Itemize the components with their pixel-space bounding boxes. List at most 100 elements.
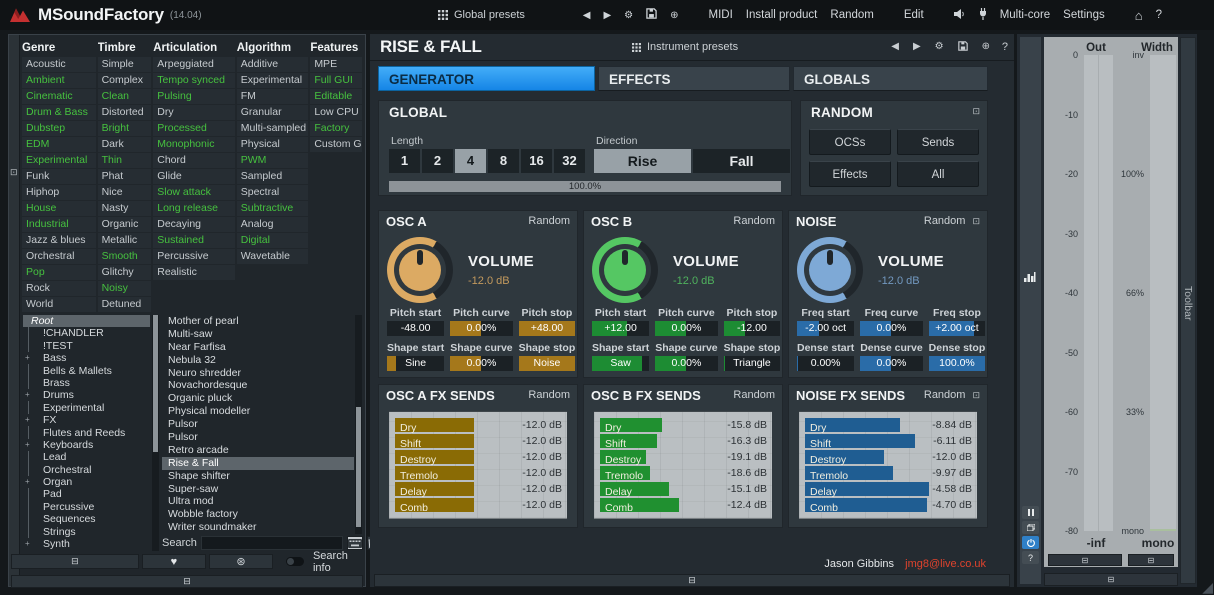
menu-edit[interactable]: Edit: [904, 9, 924, 21]
length-option-32[interactable]: 32: [554, 149, 585, 173]
preset-item[interactable]: Retro arcade: [162, 444, 354, 457]
tag-item[interactable]: Simple: [98, 57, 152, 72]
send-row[interactable]: Comb-12.4 dB: [600, 498, 772, 513]
tag-item[interactable]: Chord: [153, 153, 235, 168]
volume-knob[interactable]: [387, 237, 453, 303]
tag-item[interactable]: Metallic: [98, 233, 152, 248]
preset-item[interactable]: Physical modeller: [162, 405, 354, 418]
tag-item[interactable]: Orchestral: [22, 249, 96, 264]
tag-item[interactable]: Sampled: [237, 169, 309, 184]
send-row[interactable]: Destroy-12.0 dB: [805, 450, 977, 465]
param-value-field[interactable]: +12.00: [592, 321, 649, 336]
prev-preset-icon[interactable]: ◀: [891, 41, 899, 54]
meter-panel-collapse-bar[interactable]: ⊟: [1044, 573, 1178, 586]
param-value-field[interactable]: 0.00%: [450, 321, 512, 336]
param-value-field[interactable]: -2.00 oct: [797, 321, 854, 336]
help-button[interactable]: ?: [1002, 41, 1008, 53]
detach-window-icon[interactable]: ⊡: [10, 167, 18, 178]
tree-item[interactable]: Brass: [28, 377, 150, 389]
param-value-field[interactable]: +48.00: [519, 321, 576, 336]
tag-item[interactable]: Experimental: [22, 153, 96, 168]
send-row[interactable]: Dry-15.8 dB: [600, 418, 772, 433]
tag-item[interactable]: Tempo synced: [153, 73, 235, 88]
tag-item[interactable]: Distorted: [98, 105, 152, 120]
send-row[interactable]: Shift-16.3 dB: [600, 434, 772, 449]
expand-icon[interactable]: +: [25, 476, 30, 488]
length-option-2[interactable]: 2: [422, 149, 453, 173]
gear-icon[interactable]: ⚙: [935, 41, 944, 54]
tree-collapse-button[interactable]: ⊟: [11, 554, 139, 569]
menu-multi-core[interactable]: Multi-core: [1000, 9, 1050, 21]
send-row[interactable]: Comb-12.0 dB: [395, 498, 567, 513]
send-row[interactable]: Shift-12.0 dB: [395, 434, 567, 449]
tree-item[interactable]: +Drums: [28, 389, 150, 401]
tag-item[interactable]: Dark: [98, 137, 152, 152]
tag-item[interactable]: Analog: [237, 217, 309, 232]
tag-item[interactable]: Detuned: [98, 297, 152, 312]
gear-icon[interactable]: ⚙: [624, 10, 633, 21]
search-input[interactable]: [201, 536, 343, 550]
preset-item[interactable]: Writer soundmaker: [162, 521, 354, 534]
home-icon[interactable]: ⌂: [1135, 8, 1143, 23]
tag-item[interactable]: Smooth: [98, 249, 152, 264]
length-option-1[interactable]: 1: [389, 149, 420, 173]
send-row[interactable]: Shift-6.11 dB: [805, 434, 977, 449]
tag-item[interactable]: Custom GUI: [310, 137, 362, 152]
out-meter-collapse-bar[interactable]: ⊟: [1048, 554, 1122, 566]
detach-window-icon[interactable]: ⊡: [972, 390, 980, 401]
send-row[interactable]: Tremolo-9.97 dB: [805, 466, 977, 481]
prev-preset-icon[interactable]: ◀: [583, 10, 591, 21]
random-link[interactable]: Random: [733, 215, 775, 227]
tag-item[interactable]: Monophonic: [153, 137, 235, 152]
tag-item[interactable]: Editable: [310, 89, 362, 104]
preset-item[interactable]: Nebula 32: [162, 354, 354, 367]
plug-icon[interactable]: [979, 8, 987, 23]
tag-item[interactable]: Hiphop: [22, 185, 96, 200]
menu-install-product[interactable]: Install product: [746, 9, 818, 21]
tag-item[interactable]: Digital: [237, 233, 309, 248]
speaker-icon[interactable]: [954, 9, 966, 22]
tag-item[interactable]: Full GUI: [310, 73, 362, 88]
param-value-field[interactable]: Noise: [519, 356, 576, 371]
tag-item[interactable]: Industrial: [22, 217, 96, 232]
tag-item[interactable]: Dry: [153, 105, 235, 120]
tag-item[interactable]: Bright: [98, 121, 152, 136]
param-value-field[interactable]: Triangle: [724, 356, 781, 371]
save-icon[interactable]: [958, 41, 968, 54]
tag-item[interactable]: Jazz & blues: [22, 233, 96, 248]
tree-item[interactable]: Percussive: [28, 501, 150, 513]
preset-item[interactable]: Pulsor: [162, 431, 354, 444]
tag-item[interactable]: Thin: [98, 153, 152, 168]
tag-item[interactable]: Acoustic: [22, 57, 96, 72]
preset-item[interactable]: Near Farfisa: [162, 341, 354, 354]
tree-item[interactable]: Experimental: [28, 402, 150, 414]
send-row[interactable]: Comb-4.70 dB: [805, 498, 977, 513]
tag-item[interactable]: PWM: [237, 153, 309, 168]
tree-item[interactable]: Orchestral: [28, 464, 150, 476]
tree-item[interactable]: Root: [23, 315, 150, 327]
tab-globals[interactable]: GLOBALS: [793, 66, 988, 91]
tab-generator[interactable]: GENERATOR: [378, 66, 595, 91]
tree-scrollbar-thumb[interactable]: [153, 315, 158, 452]
tag-item[interactable]: Sustained: [153, 233, 235, 248]
tag-item[interactable]: Clean: [98, 89, 152, 104]
author-email-link[interactable]: jmg8@live.co.uk: [905, 558, 986, 570]
tag-item[interactable]: Rock: [22, 281, 96, 296]
length-option-16[interactable]: 16: [521, 149, 552, 173]
param-value-field[interactable]: 0.00%: [860, 321, 922, 336]
tag-item[interactable]: Phat: [98, 169, 152, 184]
expand-icon[interactable]: +: [25, 538, 30, 550]
expand-icon[interactable]: +: [25, 352, 30, 364]
next-preset-icon[interactable]: ▶: [603, 10, 611, 21]
tag-item[interactable]: Pop: [22, 265, 96, 280]
detach-window-icon[interactable]: ⊡: [972, 106, 980, 117]
toolbar-tab[interactable]: Toolbar: [1180, 37, 1196, 584]
menu-random[interactable]: Random: [830, 9, 873, 21]
preset-item[interactable]: Rise & Fall: [162, 457, 354, 470]
volume-knob[interactable]: [797, 237, 863, 303]
tag-item[interactable]: Glitchy: [98, 265, 152, 280]
instrument-presets-button[interactable]: Instrument presets: [632, 41, 738, 53]
direction-option-fall[interactable]: Fall: [693, 149, 790, 173]
expand-icon[interactable]: +: [25, 414, 30, 426]
tag-item[interactable]: Spectral: [237, 185, 309, 200]
